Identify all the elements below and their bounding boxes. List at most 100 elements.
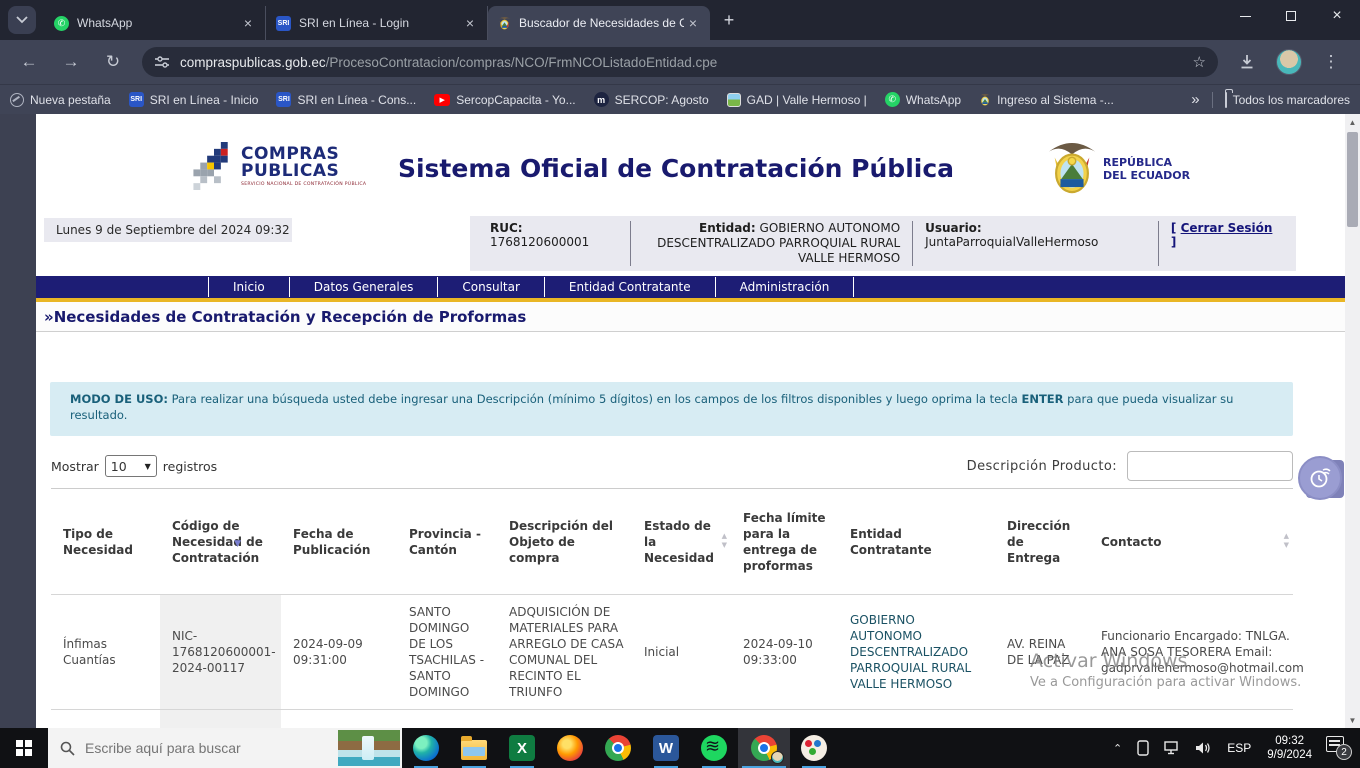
usuario-info: Usuario: JuntaParroquialValleHermoso bbox=[915, 221, 1156, 266]
cell-provincia: SANTO DOMINGO DE LOS TSACHILAS - SANTO D… bbox=[409, 605, 485, 699]
divider bbox=[1157, 221, 1159, 266]
minimize-icon bbox=[1239, 15, 1251, 17]
close-tab-icon[interactable]: × bbox=[684, 14, 702, 32]
network-icon[interactable] bbox=[1164, 741, 1181, 755]
search-input[interactable] bbox=[85, 740, 295, 756]
tab-buscador-necesidades[interactable]: Buscador de Necesidades de Co × bbox=[488, 6, 710, 40]
usuario-label: Usuario: bbox=[925, 221, 982, 235]
url-path: /ProcesoContratacion/compras/NCO/FrmNCOL… bbox=[325, 54, 718, 70]
nav-consultar[interactable]: Consultar bbox=[437, 277, 544, 297]
tray-clock[interactable]: 09:32 9/9/2024 bbox=[1267, 734, 1312, 762]
taskbar-paint[interactable] bbox=[790, 728, 838, 768]
tab-search-button[interactable] bbox=[8, 6, 36, 34]
scroll-down-button[interactable]: ▼ bbox=[1345, 712, 1360, 728]
close-tab-icon[interactable]: × bbox=[461, 14, 479, 32]
cell-entidad-link[interactable]: GOBIERNO AUTONOMO DESCENTRALIZADO PARROQ… bbox=[838, 595, 995, 709]
bookmark-star-icon[interactable]: ☆ bbox=[1193, 53, 1206, 71]
minimize-button[interactable] bbox=[1222, 0, 1268, 32]
nav-administracion[interactable]: Administración bbox=[714, 277, 855, 297]
nav-inicio[interactable]: Inicio bbox=[208, 277, 289, 297]
downloads-button[interactable] bbox=[1232, 47, 1262, 77]
logo-pixels-icon bbox=[193, 142, 228, 190]
clock-icon bbox=[1310, 468, 1331, 488]
bookmark-sri-consultas[interactable]: SRI SRI en Línea - Cons... bbox=[276, 92, 416, 107]
nav-datos-generales[interactable]: Datos Generales bbox=[288, 277, 438, 297]
col-estado-necesidad[interactable]: Estado de la Necesidad ▲ ▼ bbox=[632, 489, 731, 594]
sri-icon: SRI bbox=[276, 15, 291, 31]
logo-line2: PUBLICAS bbox=[241, 160, 340, 181]
close-window-button[interactable]: × bbox=[1314, 0, 1360, 32]
col-descripcion-objeto[interactable]: Descripción del Objeto de compra bbox=[497, 489, 632, 594]
tab-sri-login[interactable]: SRI SRI en Línea - Login × bbox=[266, 6, 488, 40]
bookmark-sri-inicio[interactable]: SRI SRI en Línea - Inicio bbox=[128, 92, 259, 107]
nav-entidad-contratante[interactable]: Entidad Contratante bbox=[543, 277, 715, 297]
bookmark-whatsapp[interactable]: ✆ WhatsApp bbox=[884, 92, 961, 107]
scrollbar-thumb[interactable] bbox=[1347, 132, 1358, 227]
cell-tipo: Ínfimas Cuantías bbox=[63, 637, 116, 667]
reload-button[interactable]: ↻ bbox=[98, 47, 128, 77]
tray-date: 9/9/2024 bbox=[1267, 749, 1312, 761]
timer-extension-widget[interactable] bbox=[1298, 456, 1344, 502]
start-button[interactable] bbox=[0, 728, 48, 768]
sri-icon: SRI bbox=[128, 92, 144, 107]
taskbar-word[interactable]: W bbox=[642, 728, 690, 768]
cell-fecha-limite: 2024-09-10 09:33:00 bbox=[743, 637, 813, 667]
col-direccion-entrega[interactable]: Dirección de Entrega bbox=[995, 489, 1089, 594]
taskbar-firefox[interactable] bbox=[546, 728, 594, 768]
forward-button[interactable]: → bbox=[56, 47, 86, 77]
page-viewport: COMPRAS PUBLICAS SERVICIO NACIONAL DE CO… bbox=[0, 114, 1360, 728]
bookmark-nueva-pestana[interactable]: Nueva pestaña bbox=[10, 92, 111, 107]
col-entidad-contratante[interactable]: Entidad Contratante bbox=[838, 489, 995, 594]
profile-avatar[interactable] bbox=[1276, 49, 1302, 75]
taskbar-edge[interactable] bbox=[402, 728, 450, 768]
page-size-select[interactable]: 10 ▼ bbox=[104, 455, 157, 477]
your-phone-icon[interactable] bbox=[1136, 740, 1150, 756]
logo-line1: COMPRAS bbox=[241, 143, 340, 164]
new-tab-button[interactable]: + bbox=[716, 7, 742, 33]
col-provincia-canton[interactable]: Provincia - Cantón bbox=[397, 489, 497, 594]
maximize-button[interactable] bbox=[1268, 0, 1314, 32]
bookmark-gad-valle-hermoso[interactable]: GAD | Valle Hermoso | bbox=[726, 92, 867, 107]
col-contacto[interactable]: Contacto ▲ ▼ bbox=[1089, 489, 1293, 594]
all-bookmarks-button[interactable]: Todos los marcadores bbox=[1233, 93, 1350, 107]
col-codigo[interactable]: Código de Necesidad de Contratación ▼ bbox=[160, 489, 281, 594]
whatsapp-icon: ✆ bbox=[54, 15, 69, 31]
col-tipo-necesidad[interactable]: Tipo de Necesidad bbox=[51, 489, 160, 594]
taskbar-chrome-profile-active[interactable] bbox=[738, 728, 790, 768]
url-bar[interactable]: compraspublicas.gob.ec/ProcesoContrataci… bbox=[142, 47, 1218, 77]
ecuador-crest-icon bbox=[1048, 143, 1096, 194]
bookmark-sercop-agosto[interactable]: m SERCOP: Agosto bbox=[593, 92, 709, 107]
maximize-icon bbox=[1286, 11, 1296, 21]
bookmark-sercopcapacita[interactable]: ▶ SercopCapacita - Yo... bbox=[434, 93, 576, 107]
logout-link[interactable]: [ Cerrar Sesión ] bbox=[1161, 221, 1286, 266]
back-button[interactable]: ← bbox=[14, 47, 44, 77]
cell-descripcion: ADQUISICIÓN DE MATERIALES PARA ARREGLO D… bbox=[509, 605, 624, 699]
bookmark-ingreso-sistema[interactable]: Ingreso al Sistema -... bbox=[979, 93, 1114, 107]
tray-expand-button[interactable]: ⌃ bbox=[1113, 742, 1122, 755]
keyboard-language[interactable]: ESP bbox=[1227, 741, 1251, 755]
tray-time: 09:32 bbox=[1275, 735, 1304, 747]
tab-whatsapp[interactable]: ✆ WhatsApp × bbox=[44, 6, 266, 40]
browser-menu-button[interactable]: ⋮ bbox=[1316, 47, 1346, 77]
entidad-info: Entidad: GOBIERNO AUTONOMO DESCENTRALIZA… bbox=[633, 221, 910, 266]
taskbar-spotify[interactable] bbox=[690, 728, 738, 768]
col-fecha-limite[interactable]: Fecha límite para la entrega de proforma… bbox=[731, 489, 838, 594]
close-tab-icon[interactable]: × bbox=[239, 14, 257, 32]
scroll-up-button[interactable]: ▲ bbox=[1345, 114, 1360, 130]
notification-center-button[interactable]: 2 bbox=[1326, 736, 1352, 760]
tune-icon bbox=[155, 56, 169, 68]
page-scrollbar[interactable]: ▲ ▼ bbox=[1345, 114, 1360, 728]
taskbar-file-explorer[interactable] bbox=[450, 728, 498, 768]
volume-icon[interactable] bbox=[1195, 741, 1212, 755]
url-domain: compraspublicas.gob.ec bbox=[180, 54, 326, 70]
col-fecha-publicacion[interactable]: Fecha de Publicación bbox=[281, 489, 397, 594]
search-highlight-image[interactable] bbox=[338, 730, 400, 766]
taskbar-search[interactable] bbox=[48, 728, 402, 768]
chevron-down-icon: ▼ bbox=[144, 461, 151, 471]
taskbar-excel[interactable]: X bbox=[498, 728, 546, 768]
word-icon: W bbox=[653, 735, 679, 761]
descripcion-producto-input[interactable] bbox=[1127, 451, 1293, 481]
bookmarks-overflow-button[interactable]: » bbox=[1191, 91, 1199, 108]
bookmark-label: SRI en Línea - Inicio bbox=[149, 92, 259, 107]
taskbar-chrome[interactable] bbox=[594, 728, 642, 768]
